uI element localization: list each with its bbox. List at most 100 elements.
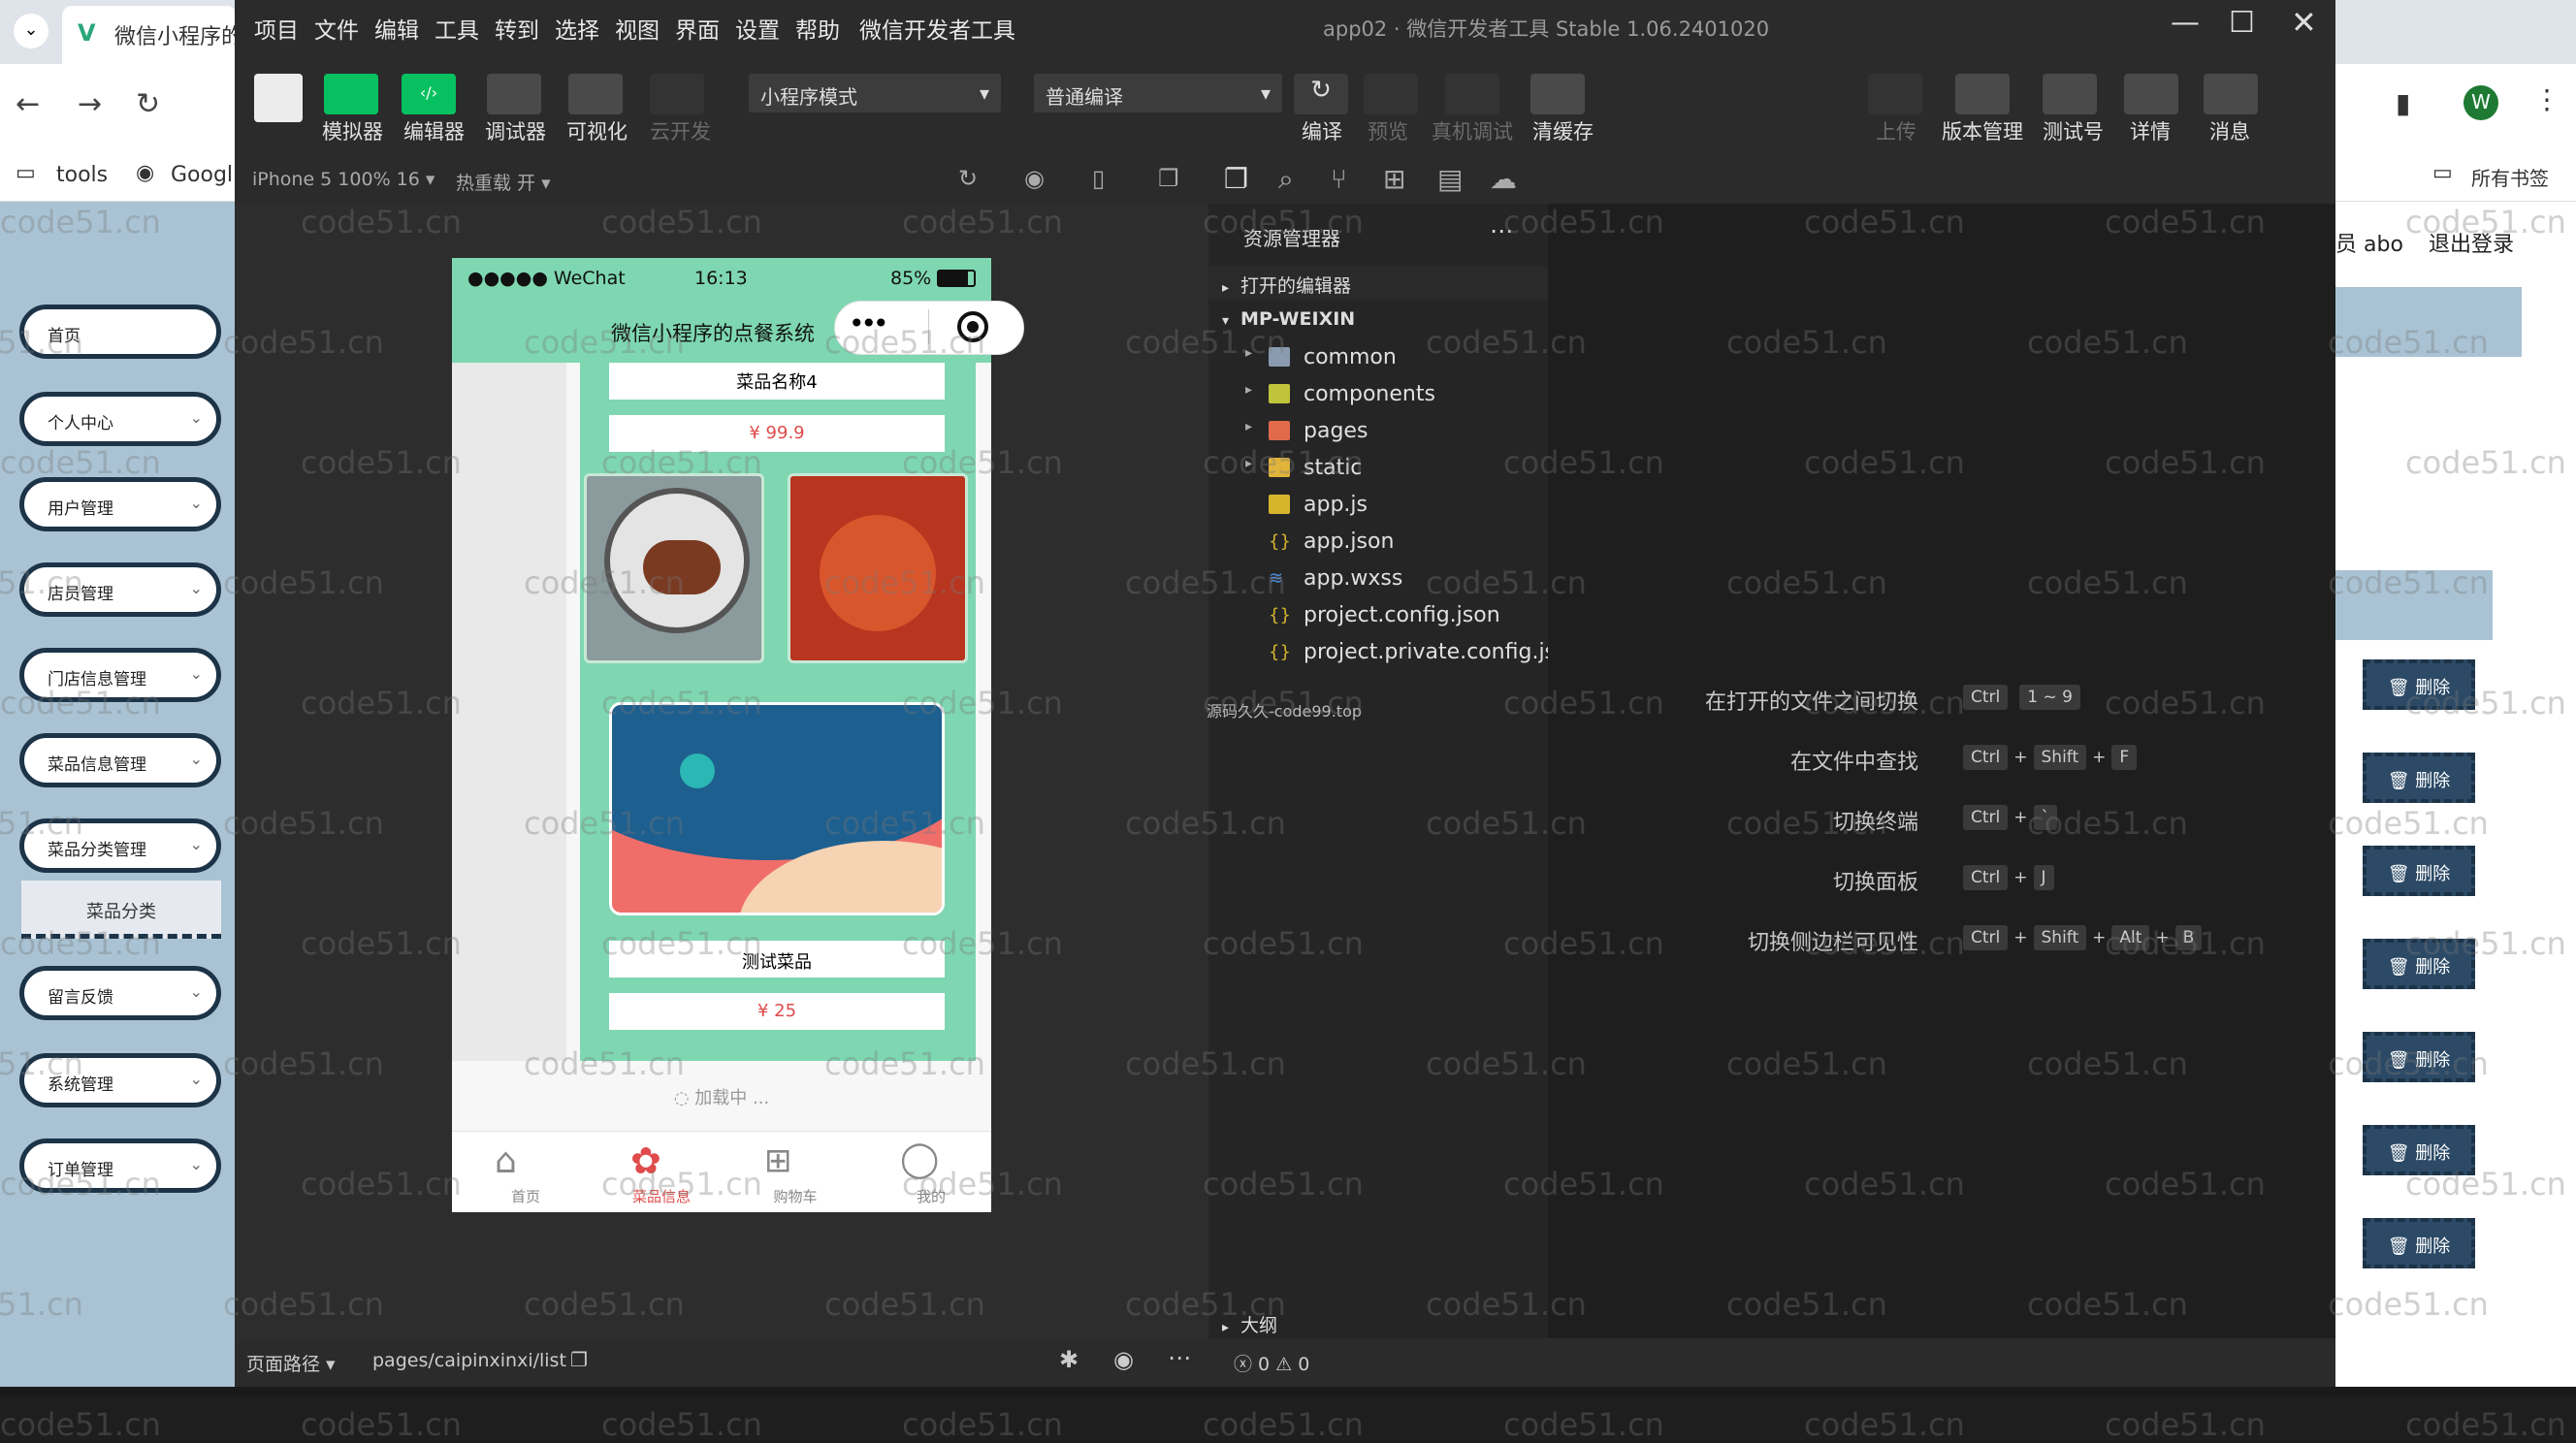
editor-icon[interactable]: ‹/› (402, 74, 456, 114)
tab-search-icon[interactable]: ⌄ (14, 14, 48, 48)
delete-button[interactable]: 🗑 删除 (2363, 1218, 2475, 1268)
sidepanel-icon[interactable]: ▮ (2396, 87, 2410, 119)
delete-button[interactable]: 🗑 删除 (2363, 753, 2475, 803)
mode-select[interactable]: 小程序模式 ▾ (749, 74, 1001, 112)
problems-count[interactable]: ⓧ 0 ⚠ 0 (1234, 1350, 1309, 1376)
bookmark-tools[interactable]: tools (56, 163, 108, 187)
compile-select[interactable]: 普通编译 ▾ (1034, 74, 1282, 112)
menu-tools[interactable]: 工具 (435, 12, 479, 45)
chevron-down-icon: ▾ (979, 81, 989, 105)
menu-project[interactable]: 项目 (254, 12, 299, 45)
watermark: code51.cn (601, 444, 762, 481)
spinner-icon: ◌ (673, 1088, 695, 1108)
menu-select[interactable]: 选择 (555, 12, 599, 45)
bell-icon[interactable] (2204, 74, 2258, 114)
menu-help[interactable]: 帮助 (795, 12, 840, 45)
bug-icon[interactable]: ✱ (1059, 1346, 1079, 1373)
window-title: app02 · 微信开发者工具 Stable 1.06.2401020 (1323, 17, 1770, 41)
eye-icon[interactable]: ◉ (1113, 1346, 1134, 1373)
watermark: code51.cn (1125, 805, 1286, 842)
status-bar: 页面路径 ▾ pages/caipinxinxi/list ❐ ✱ ◉ ⋯ ⓧ … (235, 1338, 2335, 1387)
label-simulator: 模拟器 (322, 120, 383, 144)
menu-devtools[interactable]: 微信开发者工具 (859, 12, 1015, 45)
clear-cache-icon[interactable] (1530, 74, 1585, 114)
upload-icon[interactable] (1868, 74, 1922, 114)
menu-file[interactable]: 文件 (314, 12, 359, 45)
delete-button[interactable]: 🗑 删除 (2363, 846, 2475, 896)
reload-icon[interactable]: ↻ (136, 87, 160, 121)
all-bookmarks[interactable]: 所有书签 (2471, 163, 2549, 191)
watermark: code51.cn (1203, 444, 1364, 481)
git-icon[interactable]: ⑂ (1331, 163, 1347, 195)
label-cloud: 云开发 (650, 120, 711, 144)
maximize-icon[interactable]: ☐ (2229, 6, 2255, 40)
window-icon[interactable]: ❐ (1158, 165, 1179, 192)
watermark: code51.cn (1503, 1406, 1664, 1443)
compile-icon[interactable]: ↻ (1294, 74, 1348, 114)
shortcut-label: 在文件中查找 (1789, 751, 1918, 775)
file-app-js[interactable]: app.js (1208, 489, 1548, 526)
hotreload-toggle[interactable]: 热重载 开 ▾ (456, 169, 551, 195)
copy-icon[interactable]: ❐ (570, 1348, 588, 1371)
test-account-icon[interactable] (2043, 74, 2097, 114)
stop-icon[interactable]: ◉ (1024, 165, 1045, 192)
watermark: code51.cn (2328, 564, 2489, 601)
watermark: code51.cn (601, 1406, 762, 1443)
panel-header: ❐ ⌕ ⑂ ⊞ ▤ ☁ (1208, 155, 2335, 204)
watermark: code51.cn (524, 1045, 685, 1082)
avatar[interactable] (254, 74, 303, 122)
phone-status-bar: ●●●●● WeChat 16:13 85% (452, 258, 991, 301)
remote-debug-icon[interactable] (1445, 74, 1499, 114)
chevron-down-icon: ⌄ (189, 750, 203, 768)
watermark: code51.cn (301, 204, 462, 240)
debugger-icon[interactable] (487, 74, 541, 114)
menu-view[interactable]: 视图 (615, 12, 660, 45)
forward-icon[interactable]: → (78, 87, 102, 121)
minimize-icon[interactable]: — (2171, 6, 2200, 40)
watermark: code51.cn (902, 204, 1063, 240)
sidebar-item-users[interactable]: 用户管理 ⌄ (19, 477, 221, 531)
home-icon[interactable]: ⌂ (495, 1141, 517, 1181)
tab-home[interactable]: 首页 (487, 1186, 564, 1206)
version-icon[interactable] (1955, 74, 2010, 114)
file-project-private-config[interactable]: {} project.private.config.js... (1208, 636, 1576, 673)
preview-icon[interactable] (1364, 74, 1418, 114)
watermark: code51.cn (902, 444, 1063, 481)
open-editors[interactable]: ▸ 打开的编辑器 (1208, 266, 1548, 301)
menu-goto[interactable]: 转到 (495, 12, 539, 45)
file-app-json[interactable]: {} app.json (1208, 526, 1548, 562)
browser-tab[interactable]: V 微信小程序的 (62, 6, 237, 64)
files-icon[interactable]: ❐ (1224, 163, 1248, 195)
more-icon[interactable]: ⋯ (1168, 1344, 1191, 1371)
file-components[interactable]: ▸ components (1208, 378, 1548, 415)
close-icon[interactable]: ✕ (2291, 4, 2317, 41)
device-select[interactable]: iPhone 5 100% 16 ▾ (252, 169, 435, 190)
menu-edit[interactable]: 编辑 (374, 12, 419, 45)
rotate-icon[interactable]: ↻ (958, 165, 978, 192)
profile-avatar[interactable]: W (2463, 85, 2498, 120)
menu-interface[interactable]: 界面 (675, 12, 720, 45)
details-icon[interactable] (2124, 74, 2178, 114)
phone-icon[interactable]: ▯ (1092, 165, 1105, 192)
file-project-config[interactable]: {} project.config.json (1208, 599, 1548, 636)
more-icon[interactable]: ⋮ (2533, 83, 2560, 115)
dish-name[interactable]: 菜品名称4 (609, 363, 945, 400)
menu-settings[interactable]: 设置 (735, 12, 780, 45)
sidebar-item-label: 用户管理 (48, 499, 113, 519)
extensions-icon[interactable]: ⊞ (1383, 163, 1405, 195)
docker-icon[interactable]: ☁ (1490, 163, 1517, 195)
search-icon[interactable]: ⌕ (1278, 163, 1294, 196)
simulator-icon[interactable] (324, 74, 378, 114)
tab-cart[interactable]: 购物车 (757, 1186, 834, 1206)
watermark: code51.cn (2105, 1406, 2266, 1443)
cloud-icon[interactable] (650, 74, 704, 114)
cart-icon[interactable]: ⊞ (764, 1141, 792, 1180)
visual-icon[interactable] (568, 74, 623, 114)
sidebar-item-dishes[interactable]: 菜品信息管理 ⌄ (19, 733, 221, 787)
sidebar-item-feedback[interactable]: 留言反馈 ⌄ (19, 966, 221, 1020)
back-icon[interactable]: ← (16, 87, 40, 121)
layout-icon[interactable]: ▤ (1437, 163, 1463, 195)
bookmark-google[interactable]: Googl (171, 163, 233, 187)
sidebar-item-profile[interactable]: 个人中心 ⌄ (19, 392, 221, 446)
page-path-select[interactable]: 页面路径 ▾ (246, 1350, 336, 1376)
